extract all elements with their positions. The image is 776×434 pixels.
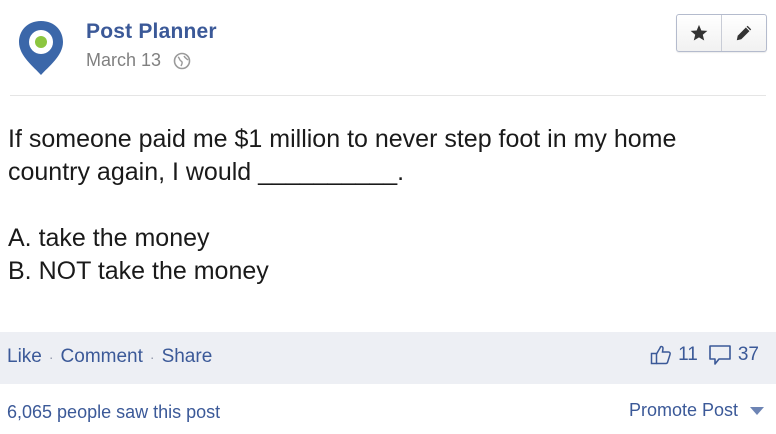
- post-body-line: country again, I would __________.: [8, 158, 405, 186]
- author-name[interactable]: Post Planner: [86, 20, 217, 44]
- globe-icon: [173, 52, 191, 69]
- separator-dot: ·: [149, 349, 155, 365]
- comment-bubble-icon[interactable]: [708, 344, 732, 366]
- edit-button[interactable]: [721, 15, 766, 51]
- post-body: If someone paid me $1 million to never s…: [8, 123, 748, 288]
- page-avatar[interactable]: [10, 15, 72, 77]
- star-icon: [690, 24, 708, 41]
- post-actions: [676, 14, 767, 52]
- star-button[interactable]: [677, 15, 721, 51]
- comment-link[interactable]: Comment: [61, 346, 143, 368]
- post-meta: March 13: [86, 50, 191, 71]
- comment-count[interactable]: 37: [738, 344, 759, 366]
- action-bar: Like · Comment · Share 11 37: [0, 332, 776, 384]
- pencil-icon: [736, 25, 752, 41]
- caret-down-icon: [750, 406, 764, 415]
- post-body-line: A. take the money: [8, 224, 210, 252]
- promote-post-button[interactable]: Promote Post: [629, 400, 764, 421]
- post-body-line: If someone paid me $1 million to never s…: [8, 125, 677, 153]
- post-footer: 6,065 people saw this post Promote Post: [0, 384, 776, 434]
- thumbs-up-icon[interactable]: [650, 344, 672, 366]
- promote-label: Promote Post: [628, 400, 738, 420]
- like-link[interactable]: Like: [7, 346, 42, 368]
- post-date[interactable]: March 13: [86, 50, 161, 71]
- separator-dot: ·: [48, 349, 54, 365]
- engagement-counts: 11 37: [650, 344, 759, 366]
- share-link[interactable]: Share: [162, 346, 213, 368]
- post-planner-logo-icon: [10, 15, 72, 77]
- action-links: Like · Comment · Share: [7, 346, 212, 368]
- facebook-post: Post Planner March 13 If someone paid me…: [0, 0, 776, 434]
- like-count[interactable]: 11: [678, 344, 698, 366]
- post-body-line: B. NOT take the money: [8, 257, 269, 285]
- header-divider: [10, 95, 766, 96]
- seen-count[interactable]: 6,065 people saw this post: [7, 402, 220, 423]
